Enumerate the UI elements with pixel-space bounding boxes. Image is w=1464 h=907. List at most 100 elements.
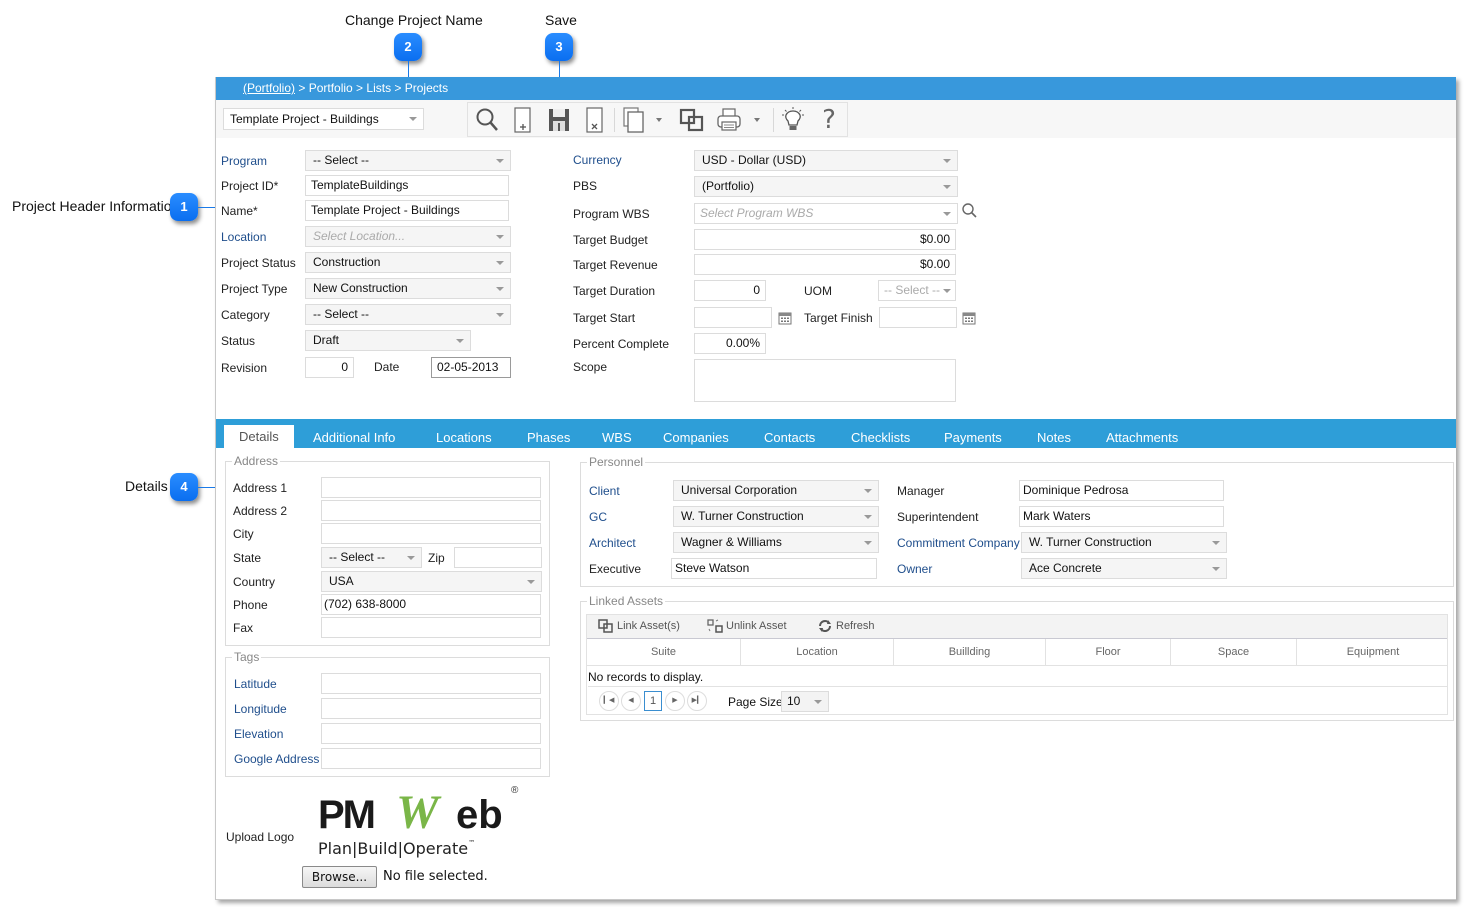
percent-complete-input[interactable]: 0.00%: [694, 333, 766, 354]
help-button[interactable]: ?: [815, 105, 843, 135]
unlink-asset-button[interactable]: Unlink Asset: [707, 619, 787, 633]
target-duration-input[interactable]: 0: [694, 280, 766, 301]
city-input[interactable]: [321, 523, 541, 544]
column-header-space[interactable]: Space: [1170, 639, 1296, 665]
revision-input[interactable]: 0: [305, 357, 354, 378]
target-start-input[interactable]: [694, 307, 772, 328]
tab-attachments[interactable]: Attachments: [1098, 427, 1186, 448]
program-wbs-search-icon[interactable]: [961, 202, 979, 220]
print-button[interactable]: [715, 106, 743, 134]
breadcrumb-portfolio-link[interactable]: (Portfolio): [243, 81, 295, 95]
program-dropdown[interactable]: -- Select --: [305, 150, 511, 171]
name-input[interactable]: Template Project - Buildings: [305, 200, 509, 221]
pager-next-button[interactable]: ▶: [665, 691, 685, 711]
column-header-location[interactable]: Location: [740, 639, 893, 665]
target-finish-calendar-icon[interactable]: [962, 311, 976, 325]
commitment-company-value: W. Turner Construction: [1029, 535, 1152, 549]
address1-input[interactable]: [321, 477, 541, 498]
new-button[interactable]: [509, 106, 537, 134]
pager-first-button[interactable]: ▎◀: [599, 691, 619, 711]
chevron-down-icon: [943, 289, 951, 293]
column-header-equipment[interactable]: Equipment: [1296, 639, 1449, 665]
page-size-dropdown[interactable]: 10: [781, 691, 829, 712]
gc-dropdown[interactable]: W. Turner Construction: [673, 506, 879, 527]
pbs-dropdown[interactable]: (Portfolio): [694, 176, 958, 197]
tab-checklists[interactable]: Checklists: [843, 427, 918, 448]
link-assets-button[interactable]: Link Asset(s): [598, 619, 680, 633]
owner-value: Ace Concrete: [1029, 561, 1102, 575]
callout-badge-4: 4: [170, 473, 198, 501]
toolbar-separator: [773, 108, 774, 132]
address1-label: Address 1: [233, 481, 288, 495]
fax-input[interactable]: [321, 617, 541, 638]
date-label: Date: [374, 360, 400, 374]
project-window: (Portfolio) > Portfolio > Lists > Projec…: [215, 77, 1456, 900]
column-header-floor[interactable]: Floor: [1045, 639, 1170, 665]
elevation-input[interactable]: [321, 723, 541, 744]
currency-dropdown[interactable]: USD - Dollar (USD): [694, 150, 958, 171]
tab-phases[interactable]: Phases: [519, 427, 578, 448]
date-input[interactable]: 02-05-2013: [431, 357, 511, 378]
commitment-company-dropdown[interactable]: W. Turner Construction: [1021, 532, 1227, 553]
project-id-input[interactable]: TemplateBuildings: [305, 175, 509, 196]
pager-last-button[interactable]: ▶▎: [687, 691, 707, 711]
client-dropdown[interactable]: Universal Corporation: [673, 480, 879, 501]
tab-wbs[interactable]: WBS: [594, 427, 640, 448]
tab-additional-info[interactable]: Additional Info: [305, 427, 403, 448]
program-wbs-dropdown[interactable]: Select Program WBS: [694, 203, 958, 224]
location-dropdown[interactable]: Select Location...: [305, 226, 511, 247]
pbs-value: (Portfolio): [702, 179, 755, 193]
google-address-input[interactable]: [321, 748, 541, 769]
project-type-value: New Construction: [313, 281, 408, 295]
zip-input[interactable]: [454, 547, 542, 568]
project-selector[interactable]: Template Project - Buildings: [223, 108, 424, 130]
column-header-suite[interactable]: Suite: [587, 639, 740, 665]
callout-label-save: Save: [545, 12, 577, 28]
target-start-calendar-icon[interactable]: [778, 311, 792, 325]
refresh-button[interactable]: Refresh: [817, 619, 875, 633]
tab-bar: Details Additional Info Locations Phases…: [216, 419, 1456, 448]
tab-locations[interactable]: Locations: [428, 427, 500, 448]
longitude-input[interactable]: [321, 698, 541, 719]
project-type-dropdown[interactable]: New Construction: [305, 278, 511, 299]
executive-input[interactable]: Steve Watson: [671, 558, 877, 579]
tab-contacts[interactable]: Contacts: [756, 427, 823, 448]
uom-dropdown[interactable]: -- Select --: [878, 280, 956, 301]
uom-value: -- Select --: [884, 283, 941, 297]
target-revenue-input[interactable]: $0.00: [694, 254, 956, 275]
project-status-dropdown[interactable]: Construction: [305, 252, 511, 273]
copy-button[interactable]: [620, 106, 648, 134]
superintendent-input[interactable]: Mark Waters: [1019, 506, 1224, 527]
tips-button[interactable]: [779, 106, 807, 134]
address2-input[interactable]: [321, 500, 541, 521]
upload-logo-label: Upload Logo: [226, 830, 295, 844]
scope-textarea[interactable]: [694, 359, 956, 402]
delete-button[interactable]: [581, 106, 609, 134]
search-button[interactable]: [473, 106, 501, 134]
pager-current-page[interactable]: 1: [644, 691, 662, 711]
manager-input[interactable]: Dominique Pedrosa: [1019, 480, 1224, 501]
tab-details[interactable]: Details: [224, 425, 294, 448]
tab-payments[interactable]: Payments: [936, 427, 1010, 448]
architect-dropdown[interactable]: Wagner & Williams: [673, 532, 879, 553]
target-budget-input[interactable]: $0.00: [694, 229, 956, 250]
column-header-building[interactable]: Buillding: [893, 639, 1045, 665]
zip-label: Zip: [428, 551, 445, 565]
status-dropdown[interactable]: Draft: [305, 330, 471, 351]
latitude-input[interactable]: [321, 673, 541, 694]
phone-input[interactable]: (702) 638-8000: [321, 594, 541, 615]
category-dropdown[interactable]: -- Select --: [305, 304, 511, 325]
browse-button[interactable]: Browse...: [302, 866, 377, 888]
tab-companies[interactable]: Companies: [655, 427, 737, 448]
tab-notes[interactable]: Notes: [1029, 427, 1079, 448]
callout-badge-1: 1: [170, 193, 198, 221]
save-button[interactable]: [545, 106, 573, 134]
state-dropdown[interactable]: -- Select --: [321, 547, 422, 568]
country-dropdown[interactable]: USA: [321, 571, 542, 592]
pager-prev-button[interactable]: ◀: [621, 691, 641, 711]
target-finish-input[interactable]: [879, 307, 957, 328]
copy-dropdown-arrow-icon[interactable]: [656, 118, 662, 122]
print-dropdown-arrow-icon[interactable]: [754, 118, 760, 122]
link-button[interactable]: [678, 106, 706, 134]
owner-dropdown[interactable]: Ace Concrete: [1021, 558, 1227, 579]
